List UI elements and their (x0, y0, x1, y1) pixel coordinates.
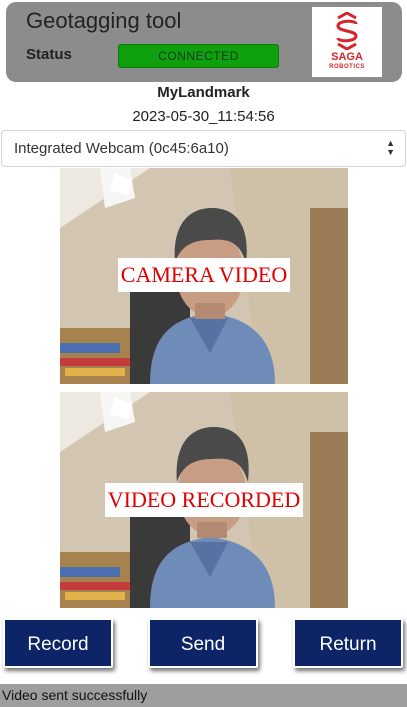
app-header: Geotagging tool Status CONNECTED SAGA RO… (6, 2, 402, 82)
return-button[interactable]: Return (293, 618, 403, 668)
app-title: Geotagging tool (26, 8, 182, 33)
logo-wordmark: SAGA (331, 51, 363, 63)
status-badge: CONNECTED (118, 44, 279, 68)
send-button[interactable]: Send (148, 618, 258, 668)
recorded-video-feed: VIDEO RECORDED (60, 392, 348, 608)
recorded-video-label: VIDEO RECORDED (104, 483, 304, 517)
record-button[interactable]: Record (3, 618, 113, 668)
camera-video-feed: CAMERA VIDEO (60, 168, 348, 384)
landmark-name: MyLandmark (157, 84, 250, 101)
landmark-timestamp: 2023-05-30_11:54:56 (132, 108, 275, 125)
select-caret-icon: ▲ ▼ (386, 138, 395, 157)
status-bar-message: Video sent successfully (0, 684, 407, 707)
saga-robotics-logo: SAGA ROBOTICS (312, 7, 382, 77)
recorded-video-label-wrap: VIDEO RECORDED (60, 483, 348, 517)
camera-select-value: Integrated Webcam (0c45:6a10) (14, 140, 229, 157)
camera-video-label-wrap: CAMERA VIDEO (60, 258, 348, 292)
saga-logo-icon (336, 12, 358, 50)
camera-video-label: CAMERA VIDEO (117, 258, 291, 292)
logo-subtitle: ROBOTICS (329, 64, 365, 70)
status-label: Status (26, 46, 72, 63)
camera-select[interactable]: Integrated Webcam (0c45:6a10) ▲ ▼ (1, 130, 406, 167)
